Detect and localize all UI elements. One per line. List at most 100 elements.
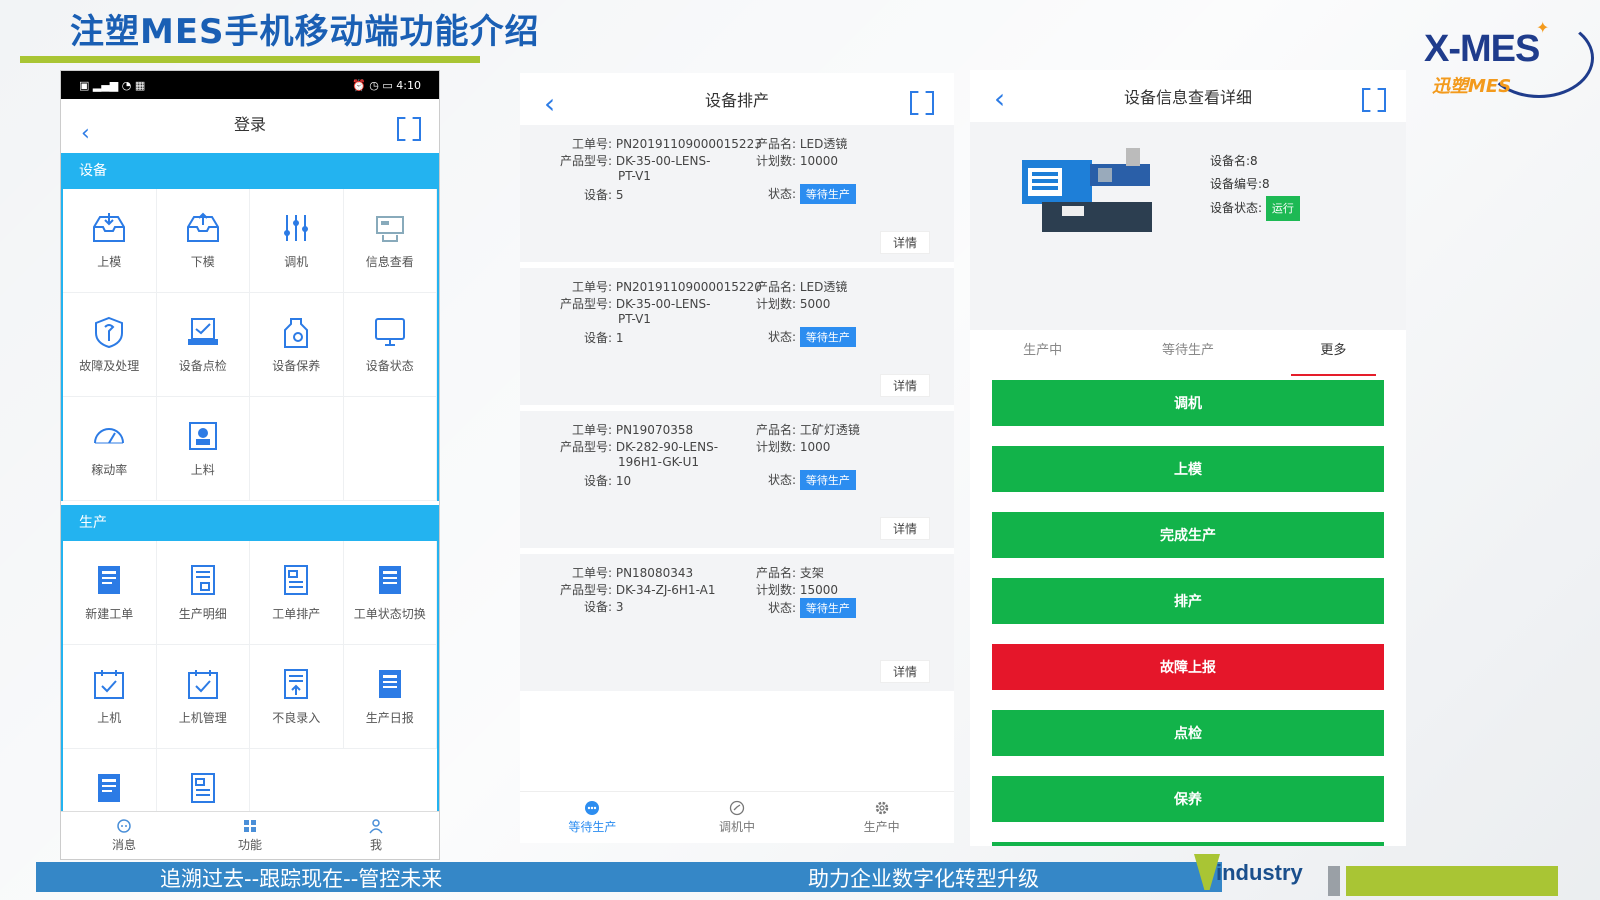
- tab-waiting-production[interactable]: 等待生产: [520, 792, 665, 843]
- device-status-label: 设备状态:: [1210, 201, 1263, 215]
- calendar-manage-icon: [187, 670, 218, 699]
- function-tile[interactable]: 设备状态: [343, 293, 437, 397]
- detail-button[interactable]: 详情: [879, 517, 930, 540]
- status-label: 状态:: [767, 187, 796, 201]
- order-no: PN20191109000015220: [615, 280, 762, 294]
- order-no-label: 工单号:: [571, 566, 612, 580]
- plan-qty: 5000: [799, 297, 831, 311]
- action-button[interactable]: 点检: [992, 710, 1384, 756]
- tile-icon-wrap: [277, 563, 315, 597]
- tab-more[interactable]: 更多: [1261, 330, 1406, 380]
- scan-icon[interactable]: [1362, 88, 1386, 112]
- tab-waiting-production[interactable]: 等待生产: [1115, 330, 1260, 380]
- device-number: 设备编号:8: [1210, 177, 1270, 191]
- phone3-header: ‹ 设备信息查看详细: [970, 70, 1406, 122]
- order-card[interactable]: 工单号: PN19070358 产品型号: DK-282-90-LENS- 196H…: [520, 411, 954, 554]
- tab-label: 生产中: [863, 820, 900, 834]
- product-name: 工矿灯透镜: [799, 423, 860, 437]
- tile-label: 设备状态: [365, 359, 414, 373]
- function-tile[interactable]: 不良录入: [250, 645, 344, 749]
- tile-icon-wrap: [184, 211, 222, 245]
- doc-schedule-icon: [190, 773, 215, 803]
- function-tile[interactable]: 设备点检: [156, 293, 250, 397]
- order-no: PN20191109000015223: [615, 137, 762, 151]
- function-tile[interactable]: 信息查看: [343, 189, 437, 293]
- action-button[interactable]: 故障上报: [992, 644, 1384, 690]
- detail-button[interactable]: 详情: [879, 374, 930, 397]
- function-tile[interactable]: 设备保养: [250, 293, 344, 397]
- function-tile[interactable]: 稼动率: [63, 397, 157, 501]
- detail-button[interactable]: 详情: [879, 231, 930, 254]
- doc-report-icon: [378, 670, 401, 698]
- title-underline: [20, 56, 480, 63]
- tile-icon-wrap: [90, 419, 128, 453]
- tab-in-production[interactable]: 生产中: [970, 330, 1115, 380]
- tile-icon-wrap: [184, 667, 222, 701]
- action-button[interactable]: 保养: [992, 776, 1384, 822]
- tile-icon-wrap: [90, 315, 128, 349]
- doc-upload-icon: [284, 669, 309, 699]
- function-tile[interactable]: 上机: [63, 645, 157, 749]
- order-no: PN19070358: [615, 423, 694, 437]
- gauge-icon: [94, 428, 125, 444]
- tray-in-icon: [93, 213, 126, 242]
- order-card[interactable]: 工单号: PN20191109000015223 产品型号: DK-35-00-L…: [520, 125, 954, 268]
- phone-device-detail: ‹ 设备信息查看详细 设备名:8 设备编号:8 设备状态: 运行 生产中 等待生…: [970, 70, 1406, 846]
- order-card[interactable]: 工单号: PN20191109000015220 产品型号: DK-35-00-L…: [520, 268, 954, 411]
- function-tile[interactable]: 生产明细: [156, 541, 250, 645]
- scan-icon[interactable]: [910, 91, 934, 115]
- function-tile[interactable]: 上料: [156, 397, 250, 501]
- function-tile[interactable]: 上机管理: [156, 645, 250, 749]
- action-button[interactable]: 完成生产: [992, 512, 1384, 558]
- action-button[interactable]: 排产: [992, 578, 1384, 624]
- tab-me[interactable]: 我: [313, 812, 439, 859]
- function-tile[interactable]: 上模: [63, 189, 157, 293]
- action-list: 调机上模完成生产排产故障上报点检保养查看实时工艺参数: [970, 380, 1406, 846]
- order-card[interactable]: 工单号: PN18080343 产品型号: DK-34-ZJ-6H1-A1 设备: …: [520, 554, 954, 697]
- plan-qty: 10000: [799, 154, 839, 168]
- phone3-tabs: 生产中 等待生产 更多: [970, 330, 1406, 380]
- function-tile[interactable]: 工单状态切换: [343, 541, 437, 645]
- function-tile[interactable]: 调机: [250, 189, 344, 293]
- device-no: 3: [615, 600, 624, 614]
- device-status-row: 设备状态: 运行: [1210, 196, 1300, 221]
- device-info: 设备名:8 设备编号:8 设备状态: 运行: [1210, 150, 1300, 221]
- tab-messages[interactable]: 消息: [61, 812, 187, 859]
- status-badge: 等待生产: [799, 184, 856, 204]
- function-tile[interactable]: 工单排产: [250, 541, 344, 645]
- grid-icon: [244, 820, 256, 832]
- tile-label: 信息查看: [365, 255, 414, 269]
- alarm-icon: ⏰ ◷ ▭: [352, 78, 397, 92]
- function-tile[interactable]: 下模: [156, 189, 250, 293]
- scan-icon[interactable]: [397, 117, 421, 141]
- tile-icon-wrap: [90, 211, 128, 245]
- footer-slogan-right: 助力企业数字化转型升级: [808, 867, 1039, 891]
- doc-detail-icon: [190, 565, 215, 595]
- doc-switch-icon: [378, 566, 401, 594]
- action-button[interactable]: 调机: [992, 380, 1384, 426]
- tab-label: 等待生产: [568, 820, 617, 834]
- page-title: 登录: [233, 115, 266, 134]
- phone2-header: ‹ 设备排产: [520, 73, 954, 125]
- footer-bar: 追溯过去--跟踪现在--管控未来 助力企业数字化转型升级: [36, 862, 1222, 892]
- product-model-label: 产品型号:: [559, 583, 612, 597]
- function-tile[interactable]: 生产日报: [343, 645, 437, 749]
- tab-functions[interactable]: 功能: [187, 812, 313, 859]
- tab-in-production[interactable]: 生产中: [809, 792, 954, 843]
- action-button[interactable]: 查看实时工艺参数: [992, 842, 1384, 846]
- detail-button[interactable]: 详情: [879, 660, 930, 683]
- function-tile[interactable]: 新建工单: [63, 541, 157, 645]
- order-no-label: 工单号:: [571, 137, 612, 151]
- action-button[interactable]: 上模: [992, 446, 1384, 492]
- device-label: 设备:: [583, 474, 612, 488]
- user-icon: [369, 819, 383, 834]
- tile-label: 不良录入: [272, 711, 321, 725]
- device-no: 1: [615, 331, 624, 345]
- status-time: 4:10: [396, 78, 421, 92]
- product-name-label: 产品名:: [755, 280, 796, 294]
- equipment-grid: 上模 下模 调机 信息查看故障及处理 设备点检 设备保养 设备状态稼动率 上料: [61, 189, 439, 501]
- footer-green-block: [1346, 866, 1558, 896]
- tab-adjusting[interactable]: 调机中: [665, 792, 810, 843]
- function-tile[interactable]: 故障及处理: [63, 293, 157, 397]
- tile-label: 上机: [97, 711, 122, 725]
